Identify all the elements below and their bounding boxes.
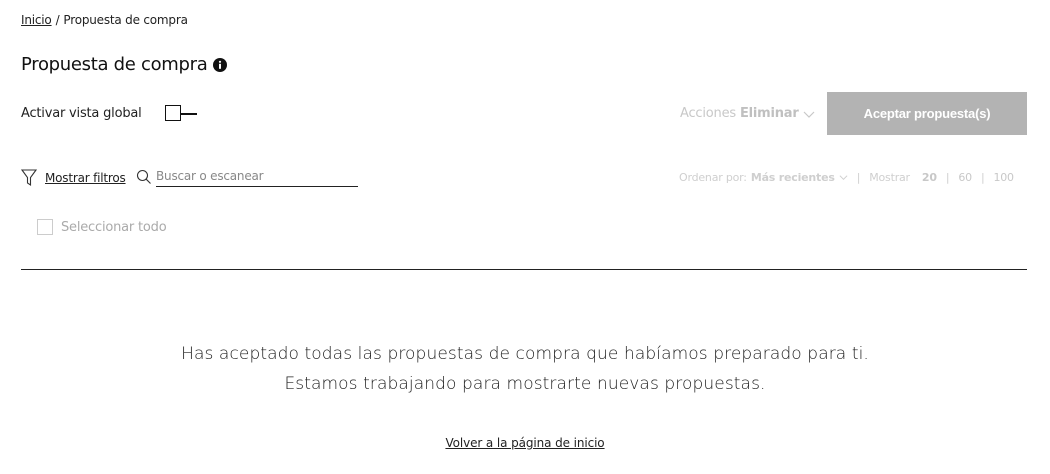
divider: |	[856, 171, 861, 184]
accept-proposals-button[interactable]: Aceptar propuesta(s)	[827, 92, 1027, 135]
divider: |	[980, 171, 985, 184]
page-size-option-20[interactable]: 20	[922, 171, 937, 184]
filter-icon	[21, 169, 37, 187]
global-view-label: Activar vista global	[21, 105, 142, 121]
show-filters-label: Mostrar filtros	[45, 171, 126, 185]
breadcrumb-separator: /	[55, 13, 60, 27]
breadcrumb-home-link[interactable]: Inicio	[21, 13, 52, 27]
sort-dropdown[interactable]: Más recientes	[751, 171, 835, 184]
page-size-option-60[interactable]: 60	[958, 171, 972, 184]
actions-label: Acciones	[680, 106, 736, 121]
global-view-toggle[interactable]	[164, 104, 197, 122]
actions-dropdown[interactable]: Acciones Eliminar	[680, 106, 815, 121]
toggle-knob	[164, 105, 181, 121]
actions-selected: Eliminar	[739, 106, 799, 121]
info-icon[interactable]	[213, 57, 228, 72]
search-icon	[136, 169, 151, 184]
page-size-option-100[interactable]: 100	[993, 171, 1014, 184]
chevron-down-icon	[803, 111, 815, 118]
empty-state-message: Has aceptado todas las propuestas de com…	[0, 339, 1050, 399]
back-to-home-link[interactable]: Volver a la página de inicio	[445, 436, 604, 450]
empty-state-line-2: Estamos trabajando para mostrarte nuevas…	[284, 374, 766, 394]
select-all-label: Seleccionar todo	[61, 219, 167, 235]
global-view-row: Activar vista global	[21, 104, 197, 122]
list-divider	[21, 269, 1027, 270]
page-title: Propuesta de compra	[21, 54, 208, 75]
toggle-track	[179, 113, 197, 115]
sort-and-pagesize-bar: Ordenar por: Más recientes | Mostrar 20 …	[679, 171, 1014, 184]
select-all-checkbox[interactable]	[37, 219, 53, 235]
home-link-container: Volver a la página de inicio	[0, 436, 1050, 450]
page-size-label: Mostrar	[869, 171, 910, 184]
empty-state-line-1: Has aceptado todas las propuestas de com…	[181, 344, 869, 364]
breadcrumb-current: Propuesta de compra	[63, 13, 188, 27]
search-box	[136, 167, 358, 187]
page-title-container: Propuesta de compra	[21, 54, 228, 75]
search-input[interactable]	[156, 167, 358, 187]
sort-label: Ordenar por:	[679, 171, 747, 184]
select-all-row: Seleccionar todo	[37, 219, 167, 235]
divider: |	[945, 171, 950, 184]
chevron-down-icon	[839, 175, 848, 181]
show-filters-button[interactable]: Mostrar filtros	[21, 169, 126, 187]
breadcrumb: Inicio / Propuesta de compra	[21, 13, 188, 27]
